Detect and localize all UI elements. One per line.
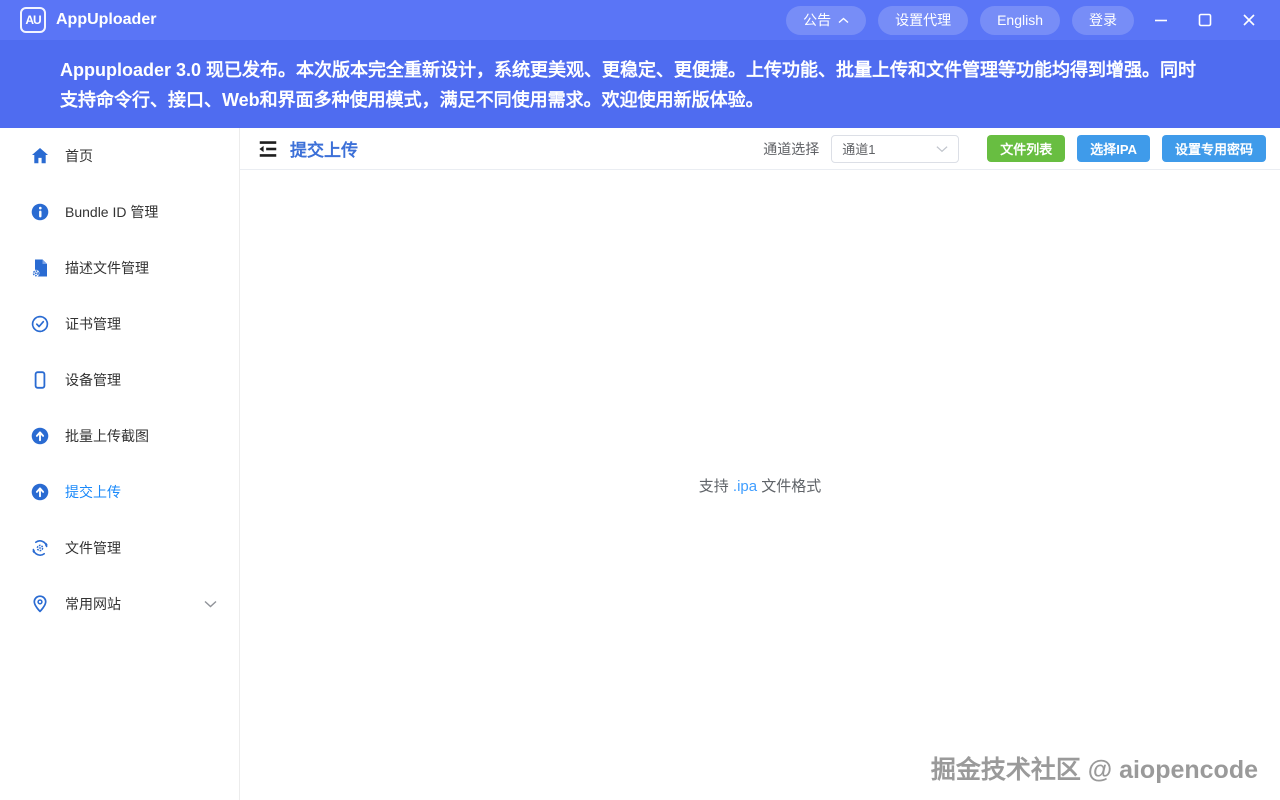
titlebar: AU AppUploader 公告 设置代理 English 登录 <box>0 0 1280 40</box>
profile-file-icon <box>30 258 50 278</box>
sidebar-item-common-sites[interactable]: 常用网站 <box>0 576 239 632</box>
device-icon <box>30 370 50 390</box>
sidebar-item-profiles[interactable]: 描述文件管理 <box>0 240 239 296</box>
home-icon <box>30 146 50 166</box>
sidebar-item-bundle-id[interactable]: Bundle ID 管理 <box>0 184 239 240</box>
language-label: English <box>997 12 1043 28</box>
sidebar-item-label: 首页 <box>65 146 93 166</box>
file-sync-icon <box>30 538 50 558</box>
app-logo-text: AU <box>25 13 40 27</box>
sidebar: 首页 Bundle ID 管理 描述文件管理 <box>0 128 240 800</box>
upload-circle-icon <box>30 426 50 446</box>
app-logo: AU <box>20 7 46 33</box>
main-header: 提交上传 通道选择 通道1 文件列表 选择IPA 设置专用密码 <box>240 128 1280 170</box>
page-title: 提交上传 <box>290 136 358 161</box>
community-watermark: 掘金技术社区 @ aiopencode <box>931 750 1258 786</box>
chevron-down-icon <box>936 145 948 153</box>
proxy-settings-label: 设置代理 <box>895 10 951 30</box>
sidebar-item-certificates[interactable]: 证书管理 <box>0 296 239 352</box>
sidebar-item-label: 描述文件管理 <box>65 258 149 278</box>
minimize-button[interactable] <box>1144 5 1178 35</box>
set-app-password-button[interactable]: 设置专用密码 <box>1162 135 1266 162</box>
sidebar-item-submit-upload[interactable]: 提交上传 <box>0 464 239 520</box>
certificate-icon <box>30 314 50 334</box>
sidebar-item-label: 批量上传截图 <box>65 426 149 446</box>
announcement-button[interactable]: 公告 <box>786 6 866 35</box>
titlebar-actions: 公告 设置代理 English 登录 <box>774 5 1266 35</box>
chevron-down-icon <box>204 600 217 608</box>
sidebar-item-devices[interactable]: 设备管理 <box>0 352 239 408</box>
sidebar-item-label: 提交上传 <box>65 482 121 502</box>
minimize-icon <box>1154 13 1168 27</box>
sidebar-collapse-button[interactable] <box>256 137 280 161</box>
app-title: AppUploader <box>56 11 156 29</box>
sidebar-item-home[interactable]: 首页 <box>0 128 239 184</box>
hint-ipa-extension: .ipa <box>733 478 757 495</box>
channel-select[interactable]: 通道1 <box>831 135 959 163</box>
menu-fold-icon <box>257 138 279 160</box>
hint-suffix: 文件格式 <box>757 478 821 495</box>
sidebar-item-label: Bundle ID 管理 <box>65 202 158 222</box>
announcement-label: 公告 <box>803 10 831 30</box>
channel-select-value: 通道1 <box>842 139 875 158</box>
chevron-up-icon <box>838 17 849 24</box>
maximize-button[interactable] <box>1188 5 1222 35</box>
sidebar-item-label: 设备管理 <box>65 370 121 390</box>
header-toolbar: 通道选择 通道1 文件列表 选择IPA 设置专用密码 <box>763 135 1266 163</box>
sidebar-item-file-management[interactable]: 文件管理 <box>0 520 239 576</box>
ipa-format-hint: 支持 .ipa 文件格式 <box>699 475 822 496</box>
upload-circle-icon <box>30 482 50 502</box>
language-button[interactable]: English <box>980 6 1060 35</box>
sidebar-item-label: 文件管理 <box>65 538 121 558</box>
maximize-icon <box>1198 13 1212 27</box>
location-pin-icon <box>30 594 50 614</box>
close-button[interactable] <box>1232 5 1266 35</box>
proxy-settings-button[interactable]: 设置代理 <box>878 6 968 35</box>
announcement-banner: Appuploader 3.0 现已发布。本次版本完全重新设计，系统更美观、更稳… <box>0 40 1280 128</box>
sidebar-item-label: 常用网站 <box>65 594 121 614</box>
choose-ipa-button[interactable]: 选择IPA <box>1077 135 1150 162</box>
channel-select-label: 通道选择 <box>763 139 819 159</box>
file-list-button[interactable]: 文件列表 <box>987 135 1065 162</box>
login-button[interactable]: 登录 <box>1072 6 1134 35</box>
body: 首页 Bundle ID 管理 描述文件管理 <box>0 128 1280 800</box>
login-label: 登录 <box>1089 10 1117 30</box>
sidebar-item-batch-screenshots[interactable]: 批量上传截图 <box>0 408 239 464</box>
main-panel: 提交上传 通道选择 通道1 文件列表 选择IPA 设置专用密码 支持 .ipa … <box>240 128 1280 800</box>
upload-drop-area[interactable]: 支持 .ipa 文件格式 <box>240 170 1280 800</box>
close-icon <box>1242 13 1256 27</box>
info-circle-icon <box>30 202 50 222</box>
sidebar-item-label: 证书管理 <box>65 314 121 334</box>
hint-prefix: 支持 <box>699 478 733 495</box>
